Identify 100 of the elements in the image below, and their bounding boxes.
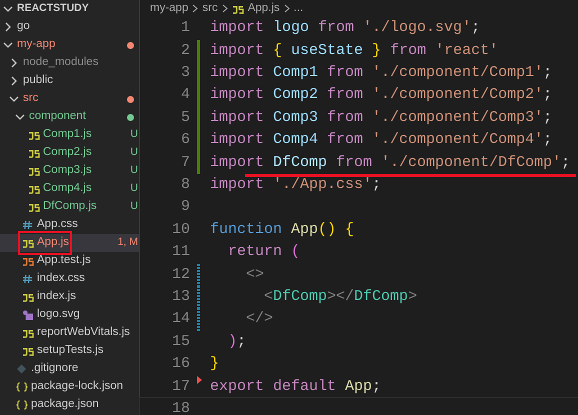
folder-name: public	[23, 73, 54, 88]
file-name: setupTests.js	[37, 343, 104, 358]
file-name: index.css	[37, 271, 85, 286]
breadcrumb-item[interactable]: ...	[294, 0, 304, 18]
line-number: 5	[180, 108, 190, 128]
code-token: ;	[372, 176, 382, 193]
hash-icon	[22, 220, 34, 230]
git-status-label: U	[129, 181, 138, 196]
code-token: </>	[245, 310, 274, 328]
js-file-icon	[22, 346, 34, 356]
explorer-header[interactable]: REACTSTUDY	[0, 0, 139, 18]
code-token: >	[408, 288, 418, 305]
line-number: 6	[180, 130, 190, 150]
file-name: package-lock.json	[31, 379, 124, 394]
code-token: )	[227, 332, 238, 350]
code-token: }	[210, 355, 220, 372]
line-number: 9	[180, 197, 190, 218]
folder-row[interactable]: go	[0, 18, 139, 36]
code-token: import	[210, 64, 266, 82]
file-row[interactable]: package-lock.json	[0, 378, 139, 396]
code-token: from	[317, 19, 356, 36]
file-row[interactable]: App.test.js	[0, 252, 139, 270]
folder-row[interactable]: component	[0, 108, 139, 126]
js-file-icon	[232, 4, 244, 14]
code-token: './component/Comp4'	[372, 131, 544, 148]
line-number: 2	[180, 40, 190, 61]
js-file-icon	[28, 148, 40, 158]
code-token: App	[345, 378, 372, 394]
code-token: return	[227, 243, 284, 260]
code-token: ></	[327, 288, 354, 305]
line-number: 18	[170, 398, 190, 415]
file-row[interactable]: Comp3.js U	[0, 162, 139, 180]
hash-icon	[22, 274, 34, 284]
js-file-icon	[22, 328, 34, 338]
code-token: './component/Comp3'	[372, 108, 544, 126]
folder-name: my-app	[17, 37, 56, 52]
code-token: ;	[543, 131, 552, 148]
file-row[interactable]: DfComp.js U	[0, 198, 139, 216]
file-row[interactable]: logo.svg	[0, 306, 139, 324]
file-name: Comp2.js	[43, 145, 92, 160]
code-token: import	[210, 108, 266, 126]
code-token: App	[291, 220, 318, 238]
folder-row[interactable]: node_modules	[0, 54, 139, 72]
diamond-icon	[16, 364, 28, 374]
line-number: 16	[170, 354, 190, 374]
file-row[interactable]: .gitignore	[0, 360, 139, 378]
folder-row[interactable]: src	[0, 90, 139, 108]
file-row[interactable]: index.css	[0, 270, 139, 288]
file-name: package.json	[31, 397, 99, 412]
line-number: 10	[170, 220, 190, 240]
file-name: App.js	[37, 235, 69, 250]
js-file-icon	[28, 130, 40, 140]
folder-row[interactable]: my-app	[0, 36, 139, 54]
code-token: function	[210, 220, 284, 238]
line-number: 17	[170, 376, 190, 396]
braces-icon	[16, 382, 28, 392]
folder-name: src	[23, 91, 38, 106]
code-token: import	[210, 42, 266, 59]
file-row[interactable]: package.json	[0, 396, 139, 414]
code-token: () {	[318, 220, 354, 238]
file-row[interactable]: setupTests.js	[0, 342, 139, 360]
code-token: './logo.svg'	[363, 19, 472, 36]
breadcrumb-item[interactable]: src	[202, 0, 218, 18]
line-number: 1	[180, 18, 190, 38]
file-row[interactable]: Comp2.js U	[0, 144, 139, 162]
chevron-right-icon	[282, 4, 291, 14]
code-token: import	[210, 154, 266, 171]
file-row[interactable]: index.js	[0, 288, 139, 306]
code-token: import	[210, 131, 266, 148]
code-token: DfComp	[273, 154, 328, 171]
file-row[interactable]: reportWebVitals.js	[0, 324, 139, 342]
file-row[interactable]: Comp1.js U	[0, 126, 139, 144]
code-token: import	[210, 86, 266, 104]
breadcrumb-item[interactable]: my-app	[150, 0, 188, 18]
folder-name: go	[17, 19, 30, 34]
folder-row[interactable]: public	[0, 72, 139, 90]
code-token: Comp3	[273, 108, 318, 126]
file-name: Comp1.js	[43, 127, 92, 142]
code-token: }	[372, 42, 382, 59]
code-token: Comp1	[273, 64, 318, 82]
breadcrumb-item[interactable]: App.js	[248, 0, 280, 18]
code-token: Comp4	[273, 131, 318, 148]
js-file-icon	[28, 166, 40, 176]
line-number: 4	[180, 85, 190, 106]
line-number: 13	[170, 286, 190, 307]
line-number: 12	[170, 264, 190, 285]
git-status-label: U	[129, 199, 138, 214]
file-row[interactable]: App.css	[0, 216, 139, 234]
file-row[interactable]: App.js 1, M	[0, 234, 139, 252]
code-token: './component/Comp1'	[372, 64, 544, 82]
braces-icon	[16, 400, 28, 410]
chevron-right-icon	[220, 4, 229, 14]
code-token: Comp2	[273, 86, 318, 104]
code-token: import	[210, 19, 266, 36]
code-token: ;	[561, 154, 570, 171]
file-row[interactable]: Comp4.js U	[0, 180, 139, 198]
code-token: ;	[237, 332, 246, 350]
code-token: logo	[273, 19, 310, 36]
git-status-label: 1, M	[116, 235, 138, 250]
code-token: './component/DfComp'	[381, 154, 562, 171]
